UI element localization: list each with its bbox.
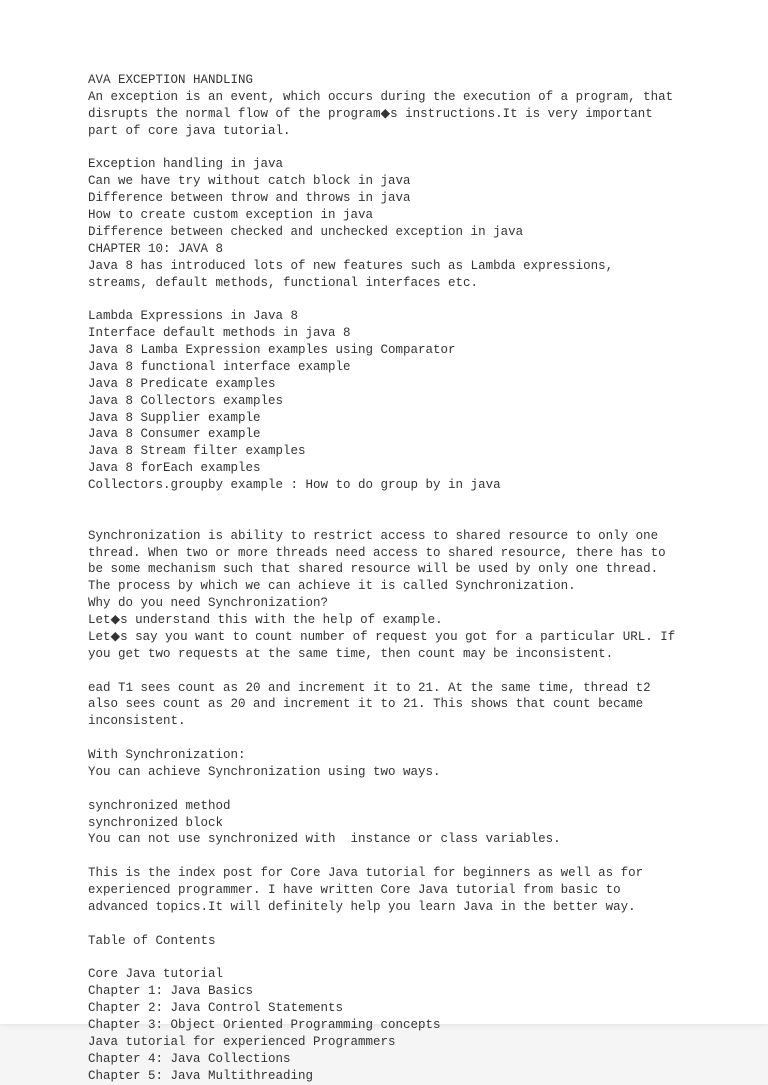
intro-paragraph: An exception is an event, which occurs d… <box>88 90 681 138</box>
sync-example: ead T1 sees count as 20 and increment it… <box>88 681 658 729</box>
java8-item: Java 8 Consumer example <box>88 427 261 441</box>
java8-item: Java 8 Lamba Expression examples using C… <box>88 343 456 357</box>
toc-item: Chapter 4: Java Collections <box>88 1052 291 1066</box>
exception-section-head: Exception handling in java <box>88 157 283 171</box>
java8-item: Java 8 Stream filter examples <box>88 444 306 458</box>
java8-item: Java 8 forEach examples <box>88 461 261 475</box>
toc-head: Table of Contents <box>88 934 216 948</box>
sync-with-head: With Synchronization: <box>88 748 246 762</box>
sync-method: synchronized method <box>88 799 231 813</box>
toc-item: Chapter 1: Java Basics <box>88 984 253 998</box>
java8-item: Collectors.groupby example : How to do g… <box>88 478 501 492</box>
sync-paragraph: Synchronization is ability to restrict a… <box>88 529 673 594</box>
java8-item: Java 8 functional interface example <box>88 360 351 374</box>
chapter-10-head: CHAPTER 10: JAVA 8 <box>88 242 223 256</box>
chapter-10-paragraph: Java 8 has introduced lots of new featur… <box>88 259 621 290</box>
sync-line: Let◆s understand this with the help of e… <box>88 613 443 627</box>
toc-item: Chapter 3: Object Oriented Programming c… <box>88 1018 441 1032</box>
exception-item: Can we have try without catch block in j… <box>88 174 411 188</box>
sync-note: You can not use synchronized with instan… <box>88 832 561 846</box>
exception-item: Difference between checked and unchecked… <box>88 225 523 239</box>
sync-line: Let◆s say you want to count number of re… <box>88 630 683 661</box>
sync-block: synchronized block <box>88 816 223 830</box>
exception-item: How to create custom exception in java <box>88 208 373 222</box>
toc-item: Chapter 5: Java Multithreading <box>88 1069 313 1083</box>
java8-item: Java 8 Predicate examples <box>88 377 276 391</box>
toc-item: Java tutorial for experienced Programmer… <box>88 1035 396 1049</box>
java8-item: Lambda Expressions in Java 8 <box>88 309 298 323</box>
index-paragraph: This is the index post for Core Java tut… <box>88 866 651 914</box>
heading: AVA EXCEPTION HANDLING <box>88 73 253 87</box>
document-page: AVA EXCEPTION HANDLING An exception is a… <box>0 0 768 1024</box>
toc-item: Core Java tutorial <box>88 967 223 981</box>
java8-item: Interface default methods in java 8 <box>88 326 351 340</box>
java8-item: Java 8 Supplier example <box>88 411 261 425</box>
sync-question: Why do you need Synchronization? <box>88 596 328 610</box>
exception-item: Difference between throw and throws in j… <box>88 191 411 205</box>
sync-ways: You can achieve Synchronization using tw… <box>88 765 441 779</box>
java8-item: Java 8 Collectors examples <box>88 394 283 408</box>
toc-item: Chapter 2: Java Control Statements <box>88 1001 343 1015</box>
